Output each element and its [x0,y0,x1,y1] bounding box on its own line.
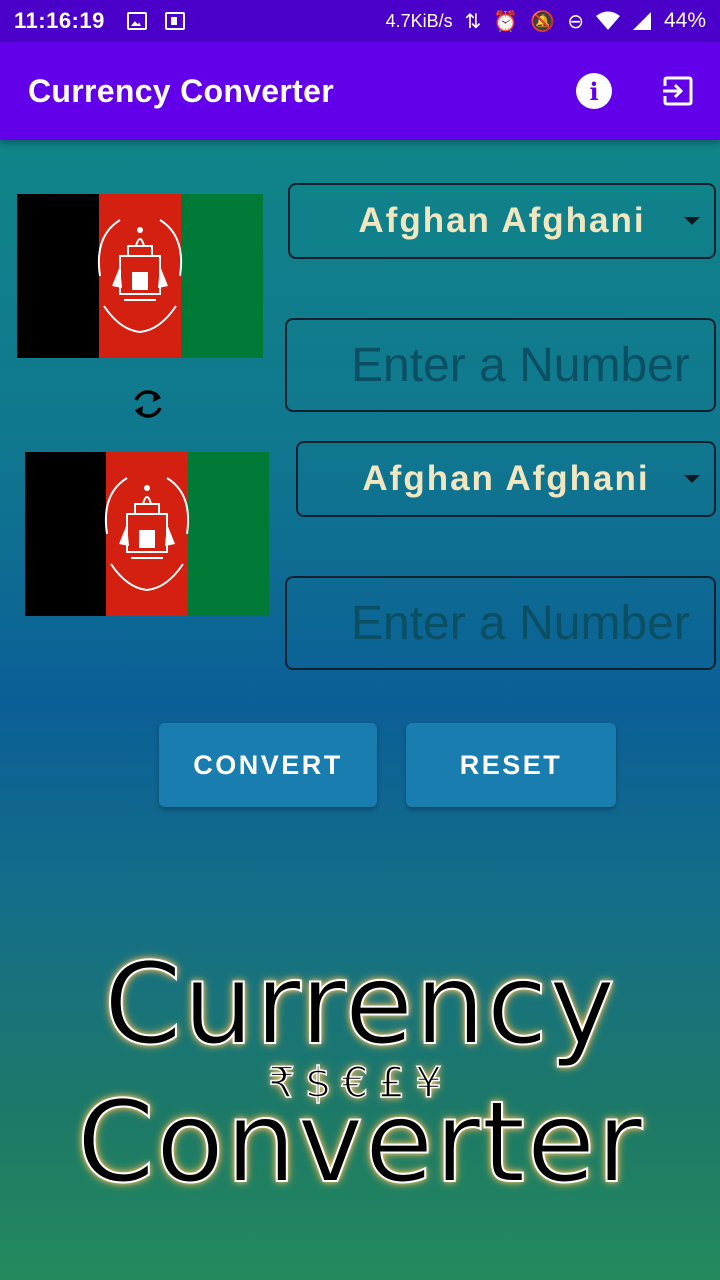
to-currency-select[interactable]: Afghan Afghani [296,441,716,517]
data-arrows-icon: ⇅ [464,9,482,33]
mute-icon: 🔕 [530,9,556,33]
from-currency-select[interactable]: Afghan Afghani [288,183,716,259]
app-logo: Currency ₹$€£¥ Converter [0,939,720,1209]
to-amount-field [285,576,716,670]
reset-button[interactable]: RESET [406,723,616,807]
from-amount-field [285,318,716,412]
app-bar: Currency Converter i [0,42,720,140]
battery-percent: 44% [663,9,706,32]
to-currency-label: Afghan Afghani [362,459,650,498]
info-icon[interactable]: i [576,73,612,109]
from-amount-input[interactable] [287,320,714,410]
to-amount-input[interactable] [287,578,714,668]
exit-icon[interactable] [660,73,696,109]
sim-notification-icon [164,12,185,30]
signal-icon [632,12,651,30]
chevron-down-icon [684,475,700,483]
to-flag [25,452,269,616]
from-currency-label: Afghan Afghani [358,201,646,240]
swap-icon[interactable] [126,382,170,426]
app-title: Currency Converter [28,72,334,109]
convert-button[interactable]: CONVERT [159,723,377,807]
logo-line-converter: Converter [76,1077,644,1209]
alarm-icon: ⏰ [493,9,519,33]
app-bar-actions: i [576,73,696,109]
status-right: 4.7KiB/s ⇅ ⏰ 🔕 ⊖ 44% [386,9,706,33]
network-speed: 4.7KiB/s [385,10,453,31]
status-notification-icons [126,12,185,30]
dnd-icon: ⊖ [567,9,584,33]
status-bar: 11:16:19 4.7KiB/s ⇅ ⏰ 🔕 ⊖ 44% [0,0,720,42]
from-flag [17,194,263,358]
afghan-emblem-icon [97,219,183,334]
logo-line-currency: Currency [103,939,617,1071]
wifi-icon [595,11,620,30]
afghan-emblem-icon [104,477,190,592]
chevron-down-icon [684,217,700,225]
gallery-notification-icon [126,12,147,30]
status-time: 11:16:19 [14,8,105,33]
